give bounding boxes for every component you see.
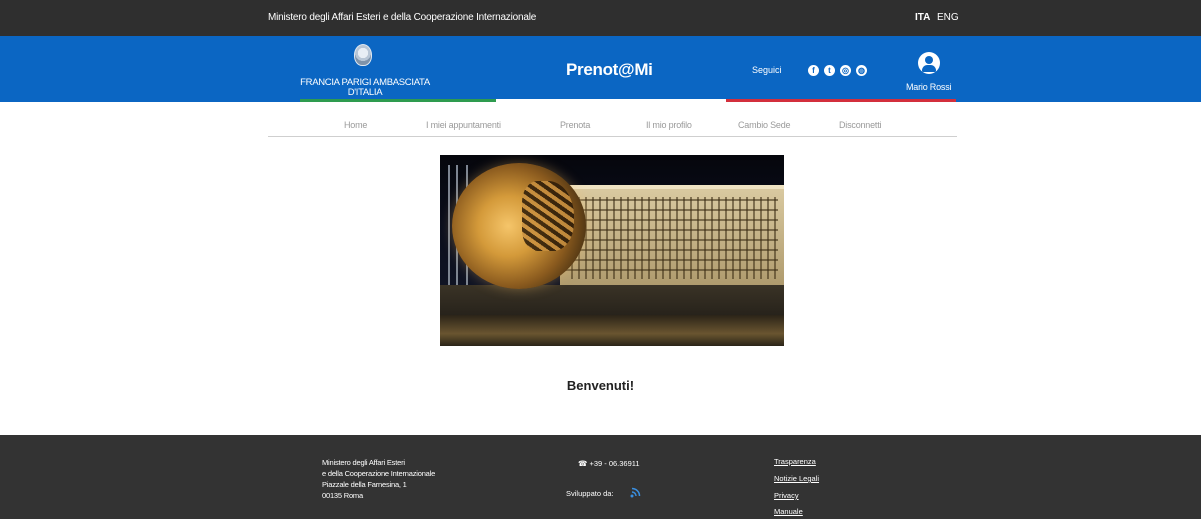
- welcome-heading: Benvenuti!: [566, 378, 635, 393]
- lang-ita-link[interactable]: ITA: [915, 12, 930, 23]
- site-footer: Ministero degli Affari Esteri e della Co…: [0, 435, 1201, 519]
- flag-stripe-white: [496, 99, 726, 102]
- address-line: 00135 Roma: [322, 491, 363, 500]
- footer-link-privacy[interactable]: Privacy: [774, 491, 799, 500]
- nav-change-office[interactable]: Cambio Sede: [738, 120, 791, 130]
- footer-link-legal[interactable]: Notizie Legali: [774, 474, 819, 483]
- globe-icon[interactable]: ◍: [856, 65, 867, 76]
- nav-my-appointments[interactable]: I miei appuntamenti: [426, 120, 501, 130]
- phone-icon: ☎: [578, 459, 588, 468]
- follow-label: Seguici: [752, 65, 782, 75]
- lang-eng-link[interactable]: ENG: [937, 12, 959, 23]
- footer-link-transparency[interactable]: Trasparenza: [774, 457, 816, 466]
- nav-book[interactable]: Prenota: [560, 120, 590, 130]
- hero-image: [440, 155, 784, 346]
- flag-stripe-red: [726, 99, 956, 102]
- address-line: e della Cooperazione Internazionale: [322, 469, 436, 478]
- nav-logout[interactable]: Disconnetti: [839, 120, 882, 130]
- user-avatar-icon[interactable]: [918, 52, 940, 74]
- top-bar: Ministero degli Affari Esteri e della Co…: [0, 0, 1201, 36]
- facebook-icon[interactable]: f: [808, 65, 819, 76]
- developer-logo-icon[interactable]: [629, 485, 643, 499]
- republic-emblem-icon: [354, 44, 372, 66]
- embassy-name: FRANCIA PARIGI AMBASCIATA D'ITALIA: [300, 77, 430, 98]
- address-line: Piazzale della Farnesina, 1: [322, 480, 407, 489]
- sphere-sculpture: [452, 163, 586, 289]
- main-nav: Home I miei appuntamenti Prenota Il mio …: [268, 110, 957, 137]
- twitter-icon[interactable]: t: [824, 65, 835, 76]
- nav-home[interactable]: Home: [344, 120, 367, 130]
- developed-by-label: Sviluppato da:: [566, 489, 614, 498]
- phone-number: +39 - 06.36911: [589, 459, 640, 468]
- app-brand[interactable]: Prenot@Mi: [566, 60, 653, 80]
- footer-phone: ☎ +39 - 06.36911: [578, 459, 640, 468]
- site-header: FRANCIA PARIGI AMBASCIATA D'ITALIA Preno…: [0, 36, 1201, 102]
- footer-address: Ministero degli Affari Esteri e della Co…: [322, 457, 435, 501]
- flag-stripe-green: [300, 99, 496, 102]
- ministry-name: Ministero degli Affari Esteri e della Co…: [268, 12, 537, 23]
- instagram-icon[interactable]: ◎: [840, 65, 851, 76]
- nav-my-profile[interactable]: Il mio profilo: [646, 120, 692, 130]
- address-line: Ministero degli Affari Esteri: [322, 458, 405, 467]
- footer-link-manual[interactable]: Manuale: [774, 507, 803, 516]
- username[interactable]: Mario Rossi: [906, 82, 952, 92]
